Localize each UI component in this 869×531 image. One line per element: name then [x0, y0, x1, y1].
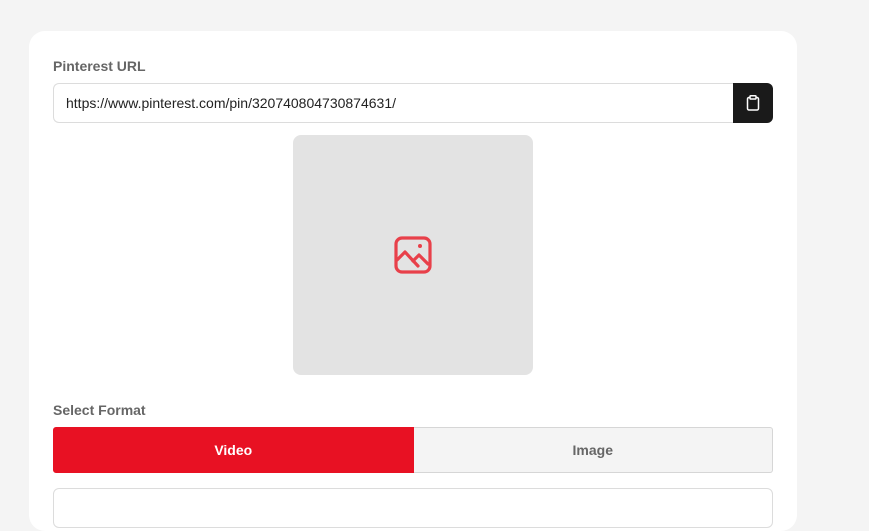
next-field[interactable] — [53, 488, 773, 528]
image-placeholder-icon — [394, 236, 432, 274]
image-preview — [293, 135, 533, 375]
format-label: Select Format — [53, 402, 146, 418]
clipboard-icon — [746, 95, 760, 111]
url-field-label: Pinterest URL — [53, 58, 146, 74]
download-card: Pinterest URL Select Format Video Image — [29, 31, 797, 531]
format-option-image[interactable]: Image — [413, 427, 773, 473]
url-input[interactable] — [53, 83, 733, 123]
paste-button[interactable] — [733, 83, 773, 123]
format-option-video[interactable]: Video — [53, 427, 414, 473]
format-toggle: Video Image — [53, 427, 773, 473]
url-input-group — [53, 83, 773, 123]
